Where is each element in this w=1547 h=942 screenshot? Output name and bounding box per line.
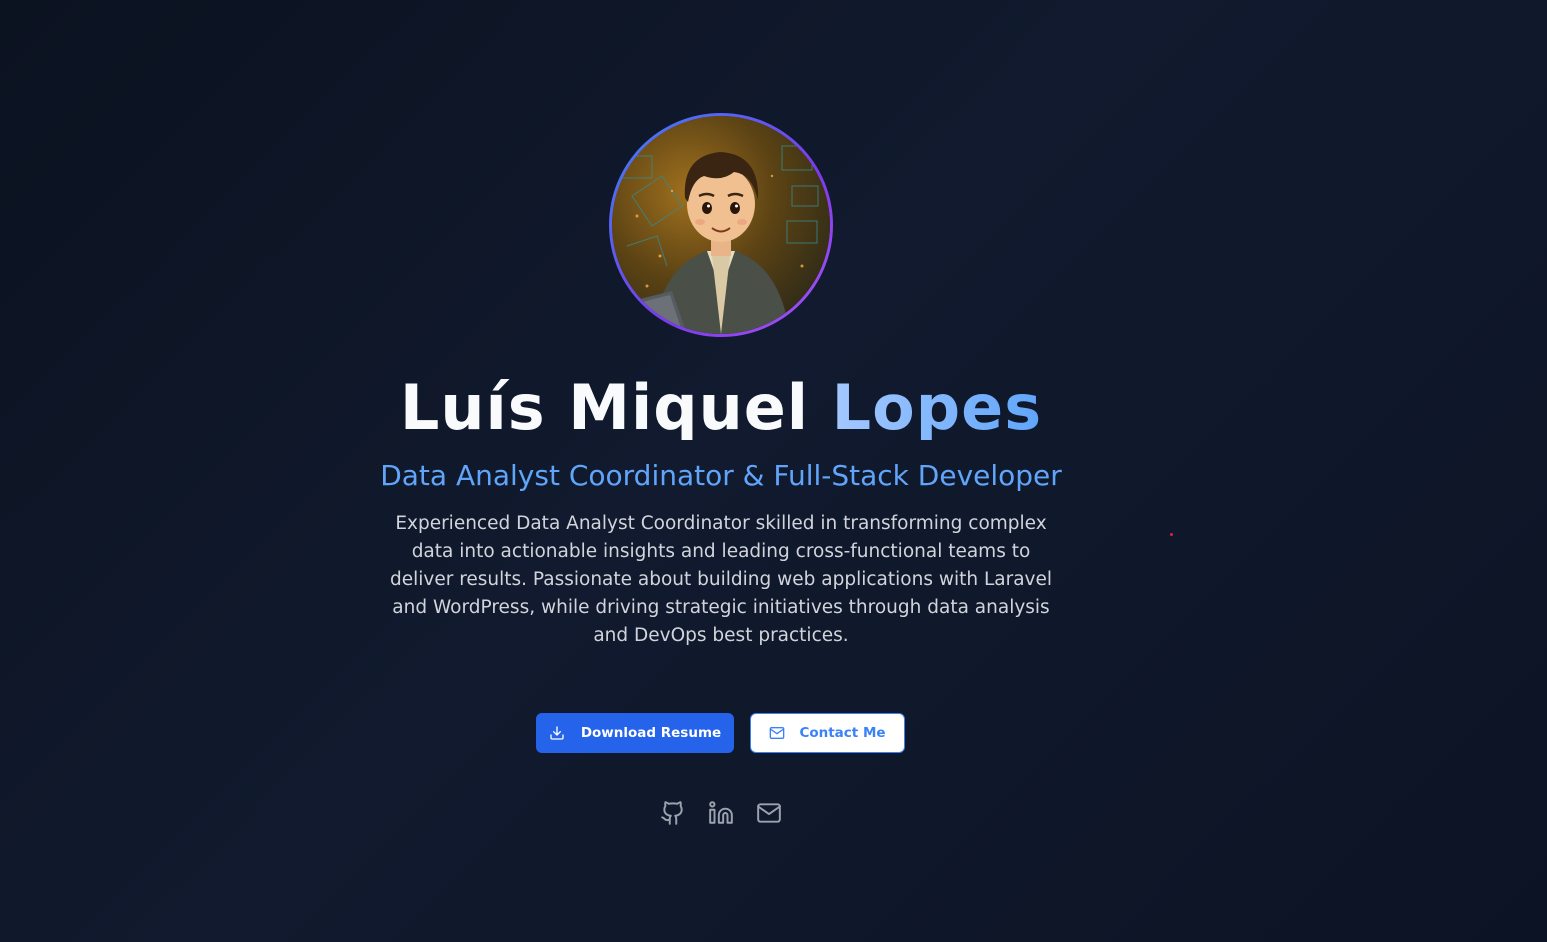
mail-icon (757, 803, 781, 823)
download-resume-button[interactable]: Download Resume (536, 713, 734, 753)
github-icon (661, 801, 683, 825)
github-link[interactable] (660, 800, 686, 826)
hero-section: Luís Miquel Lopes Data Analyst Coordinat… (0, 0, 1547, 942)
linkedin-icon (709, 801, 733, 824)
cursor-dot (1170, 533, 1173, 536)
avatar (612, 116, 830, 334)
download-icon (549, 725, 565, 741)
contact-me-label: Contact Me (799, 725, 886, 741)
linkedin-link[interactable] (708, 800, 734, 826)
mail-icon (769, 725, 785, 741)
contact-me-button[interactable]: Contact Me (750, 713, 905, 753)
hero-name-first: Luís Miquel (399, 371, 810, 440)
avatar-ring (609, 113, 833, 337)
social-links (660, 800, 784, 826)
hero-bio: Experienced Data Analyst Coordinator ski… (389, 513, 1053, 646)
avatar-illustration (612, 116, 830, 334)
hero-name: Luís Miquel Lopes (0, 368, 1442, 440)
hero-name-last: Lopes (832, 371, 1042, 440)
hero-subtitle: Data Analyst Coordinator & Full-Stack De… (380, 459, 1062, 492)
email-link[interactable] (756, 800, 782, 826)
download-resume-label: Download Resume (580, 725, 722, 741)
